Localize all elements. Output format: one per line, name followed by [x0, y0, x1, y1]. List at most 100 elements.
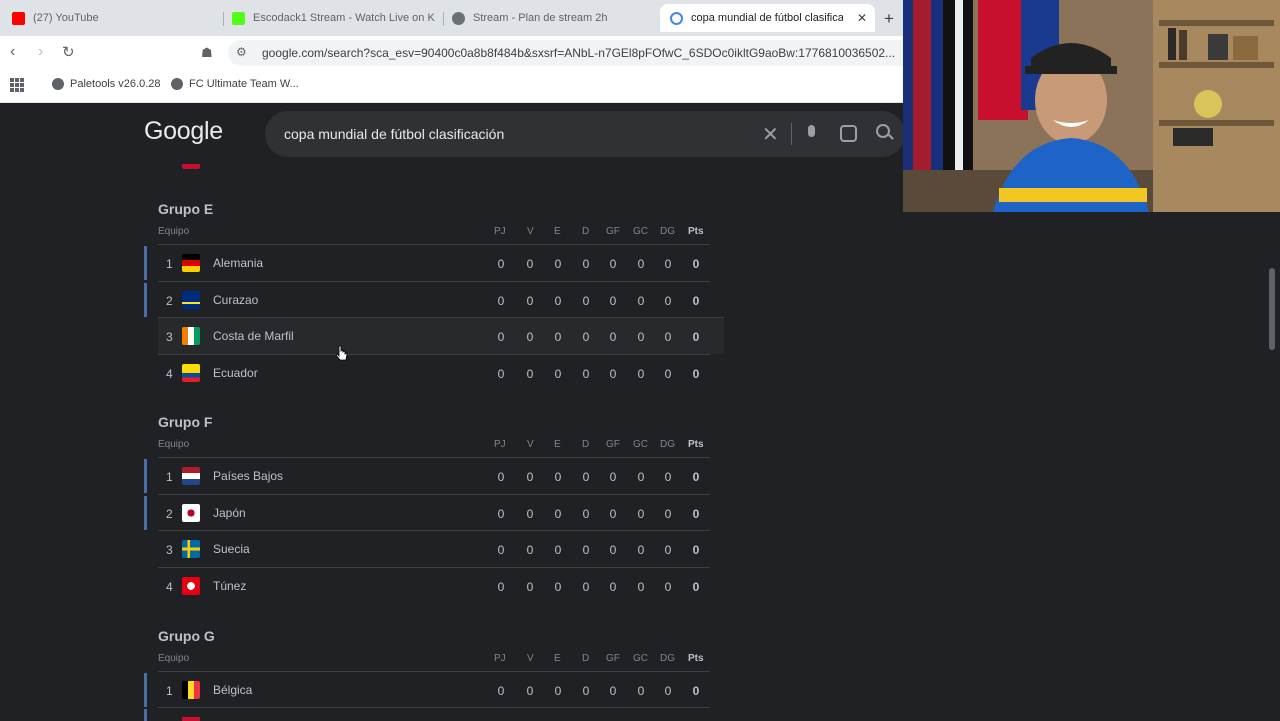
team-name[interactable]: Túnez [213, 579, 246, 593]
table-row[interactable]: 1 Países Bajos 0 0 0 0 0 0 0 0 [144, 457, 710, 494]
table-row[interactable]: 1 Bélgica 0 0 0 0 0 0 0 0 [144, 671, 710, 708]
group-title: Grupo F [158, 414, 213, 430]
site-info-icon[interactable]: ⚙ [236, 45, 247, 59]
stat-dg: 0 [664, 684, 672, 698]
stat-pj: 0 [497, 470, 505, 484]
col-v: V [527, 226, 534, 237]
microphone-icon[interactable] [808, 125, 815, 137]
stat-gf: 0 [609, 543, 617, 557]
lens-icon[interactable] [840, 125, 857, 142]
tab-kick-stream[interactable]: Escodack1 Stream - Watch Live on K [232, 4, 444, 32]
team-name[interactable]: Ecuador [213, 366, 258, 380]
stat-e: 0 [554, 330, 562, 344]
col-v: V [527, 653, 534, 664]
table-row[interactable]: 3 Suecia 0 0 0 0 0 0 0 0 [158, 530, 710, 567]
stat-v: 0 [526, 543, 534, 557]
stat-pj: 0 [497, 506, 505, 521]
table-row[interactable]: 3 Costa de Marfil 0 0 0 0 0 0 0 0 [158, 317, 724, 354]
stat-d: 0 [582, 293, 590, 308]
stat-dg: 0 [664, 506, 672, 521]
col-gc: GC [633, 439, 648, 450]
tab-google-search[interactable]: copa mundial de fútbol clasificac ✕ [660, 4, 875, 32]
stat-v: 0 [526, 330, 534, 344]
tab-plan-stream[interactable]: Stream - Plan de stream 2h [452, 4, 652, 32]
stat-v: 0 [526, 579, 534, 594]
reload-icon[interactable]: ↻ [62, 43, 75, 61]
team-position: 1 [166, 470, 173, 484]
close-tab-icon[interactable]: ✕ [857, 11, 867, 25]
new-tab-button[interactable]: + [884, 9, 894, 29]
search-input[interactable]: copa mundial de fútbol clasificación [284, 126, 504, 142]
stat-dg: 0 [664, 470, 672, 484]
search-icon[interactable] [876, 124, 890, 138]
stat-pts: 0 [692, 330, 700, 344]
col-dg: DG [660, 439, 675, 450]
stat-pj: 0 [497, 684, 505, 698]
tab-label: Stream - Plan de stream 2h [473, 12, 608, 24]
col-e: E [554, 226, 561, 237]
apps-grid-icon[interactable] [10, 78, 24, 92]
stat-e: 0 [554, 543, 562, 557]
table-row[interactable]: 2 Japón 0 0 0 0 0 0 0 0 [144, 493, 710, 531]
team-name[interactable]: Alemania [213, 256, 263, 270]
team-column-header: Equipo [158, 653, 190, 664]
col-pts: Pts [688, 439, 704, 450]
col-dg: DG [660, 226, 675, 237]
stat-v: 0 [526, 257, 534, 271]
stat-d: 0 [582, 543, 590, 557]
team-name[interactable]: Países Bajos [213, 469, 283, 483]
globe-icon [171, 78, 183, 90]
col-e: E [554, 439, 561, 450]
stat-pj: 0 [497, 579, 505, 594]
sweden-flag-icon [182, 540, 200, 558]
kick-icon [232, 11, 245, 25]
team-name[interactable]: Suecia [213, 542, 250, 556]
google-logo[interactable]: Google [144, 117, 223, 146]
stat-gc: 0 [637, 330, 645, 344]
col-gc: GC [633, 226, 648, 237]
table-row[interactable]: 4 Ecuador 0 0 0 0 0 0 0 0 [158, 353, 710, 391]
bookmark-icon[interactable]: ☗ [201, 45, 213, 61]
address-bar[interactable]: ⚙ google.com/search?sca_esv=90400c0a8b8f… [228, 40, 918, 66]
team-name[interactable]: Curazao [213, 293, 258, 307]
team-name[interactable]: Bélgica [213, 683, 252, 697]
team-position: 2 [166, 506, 173, 521]
col-e: E [554, 653, 561, 664]
stat-d: 0 [582, 579, 590, 594]
stat-pts: 0 [692, 293, 700, 308]
stat-pts: 0 [692, 257, 700, 271]
clear-icon[interactable]: ✕ [762, 122, 779, 147]
table-row[interactable]: 2 Curazao 0 0 0 0 0 0 0 0 [144, 280, 710, 318]
team-name[interactable]: Japón [213, 506, 246, 520]
stat-gc: 0 [637, 579, 645, 594]
stat-dg: 0 [664, 257, 672, 271]
stat-e: 0 [554, 257, 562, 271]
forward-icon[interactable]: › [38, 43, 43, 61]
flag-partial [182, 164, 200, 169]
team-position: 3 [166, 543, 173, 557]
back-icon[interactable]: ‹ [10, 43, 15, 61]
search-box[interactable]: copa mundial de fútbol clasificación ✕ [265, 111, 905, 157]
team-column-header: Equipo [158, 439, 190, 450]
table-row[interactable]: 1 Alemania 0 0 0 0 0 0 0 0 [144, 244, 710, 281]
stat-gc: 0 [637, 684, 645, 698]
tab-separator [443, 12, 444, 26]
team-position: 1 [166, 684, 173, 698]
col-pj: PJ [494, 439, 506, 450]
bookmark-paletools[interactable]: Paletools v26.0.28 [52, 78, 161, 90]
tab-youtube[interactable]: (27) YouTube [12, 4, 224, 32]
col-gc: GC [633, 653, 648, 664]
openai-icon [452, 11, 465, 25]
scrollbar-thumb[interactable] [1269, 268, 1275, 350]
team-position: 4 [166, 579, 173, 594]
tab-label: Escodack1 Stream - Watch Live on K [253, 12, 435, 24]
stat-gf: 0 [609, 257, 617, 271]
stat-gf: 0 [609, 506, 617, 521]
stat-pj: 0 [497, 330, 505, 344]
bookmark-fc-ultimate-team[interactable]: FC Ultimate Team W... [171, 78, 299, 90]
stat-e: 0 [554, 293, 562, 308]
table-row[interactable]: 4 Túnez 0 0 0 0 0 0 0 0 [158, 566, 710, 604]
stat-pj: 0 [497, 293, 505, 308]
team-name[interactable]: Costa de Marfil [213, 329, 294, 343]
stat-gc: 0 [637, 506, 645, 521]
